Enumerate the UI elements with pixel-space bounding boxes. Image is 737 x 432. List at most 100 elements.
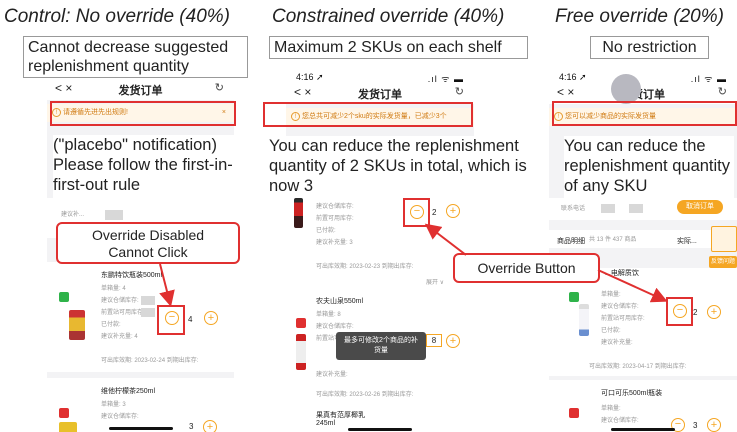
product-name: ...电解质饮 <box>605 270 639 277</box>
plus-icon[interactable]: + <box>203 420 217 432</box>
blurred-value <box>629 204 643 213</box>
product-name: 维他柠檬茶250ml <box>101 388 156 395</box>
plus-icon[interactable]: + <box>707 305 721 319</box>
quantity-value: 2 <box>693 308 698 317</box>
override-button-callout: Override Button <box>453 253 600 283</box>
product-line-5: 建议补充量: 4 <box>101 334 138 340</box>
detail-label: 商品明细 <box>557 238 585 245</box>
control-notice-translation: ("placebo" notification) Please follow t… <box>53 135 243 199</box>
touch-indicator <box>611 74 641 104</box>
contact-label: 联系电话 <box>561 206 586 212</box>
quantity-value: 3 <box>693 421 698 430</box>
constrained-heading: Constrained override (40%) <box>272 6 505 27</box>
override-disabled-callout: Override Disabled Cannot Click <box>56 222 240 264</box>
product-line-2: 建议仓储库存: <box>316 324 354 330</box>
control-minus-highlight <box>157 305 185 335</box>
quantity-value: 4 <box>188 315 193 324</box>
limit-tooltip: 最多可修改2个商品的补货量 <box>336 332 426 360</box>
product-line-1: 单箱量: 8 <box>316 312 341 318</box>
product-name: 可口可乐500ml瓶装 <box>601 390 663 397</box>
product-line-3: 已付款: <box>316 228 336 234</box>
constrained-card-expiry: 可出库效期: 2023-02-26 到期出库存: <box>286 388 474 402</box>
product-line-1: 建议仓储库存: <box>316 204 354 210</box>
free-card-product2: 可口可乐500ml瓶装 单箱量: 建议仓储库存: − 3 + <box>549 380 737 432</box>
product-line-1: 单箱量: <box>601 406 621 412</box>
blurred-value <box>141 308 155 317</box>
control-card-product2: 维他柠檬茶250ml 单箱量: 3 建议仓储库存: 3 + <box>47 378 234 432</box>
home-indicator <box>611 428 675 431</box>
control-caption: Cannot decrease suggested replenishment … <box>23 36 248 78</box>
product-line-2: 建议仓储库存: <box>101 298 139 304</box>
product-image <box>59 422 77 432</box>
home-indicator <box>109 427 173 430</box>
quantity-value: 3 <box>189 422 194 431</box>
refresh-icon[interactable]: ↻ <box>455 85 464 98</box>
product-name: 东鹏特饮瓶装500ml <box>101 272 163 279</box>
product-size: 245ml <box>316 420 336 427</box>
feedback-button[interactable]: 反馈问题 <box>709 256 737 268</box>
constrained-navbar: < × 发货订单 ↻ <box>286 82 474 104</box>
product-line-3: 前置站可用库存: <box>101 310 145 316</box>
partial-label: 建议补... <box>61 212 85 218</box>
control-heading: Control: No override (40%) <box>4 6 230 27</box>
product-expiry: 可出库效期: 2023-02-26 到期出库存: <box>316 392 414 398</box>
free-notice-highlight <box>552 101 737 126</box>
product-image <box>69 310 85 340</box>
product-image <box>296 334 306 370</box>
product-image <box>294 198 303 228</box>
red-badge <box>296 318 306 328</box>
free-minus-highlight <box>666 297 693 326</box>
product-expiry: 可出库效期: 2023-02-23 到期出库存: <box>316 264 414 270</box>
product-line-1: 单箱量: <box>601 292 621 298</box>
free-notice-translation: You can reduce the replenishment quantit… <box>564 136 734 198</box>
product-line-2: 建议仓储库存: <box>601 418 639 424</box>
product-line-3: 前置站可用库存: <box>601 316 645 322</box>
quantity-value: 2 <box>432 208 437 217</box>
plus-icon[interactable]: + <box>707 418 721 432</box>
plus-icon[interactable]: + <box>446 334 460 348</box>
cancel-order-button[interactable]: 取消订单 <box>677 200 723 214</box>
page-title: 发货订单 <box>118 85 163 97</box>
refresh-icon[interactable]: ↻ <box>215 81 224 94</box>
product-line-4: 已付款: <box>601 328 621 334</box>
refresh-icon[interactable]: ↻ <box>718 85 727 98</box>
product-expiry: 可出库效期: 2023-02-24 到期出库存: <box>101 358 199 364</box>
constrained-minus-highlight <box>403 198 430 227</box>
product-line-2: 建议仓储库存: <box>101 414 139 420</box>
product-line-1: 单箱量: 3 <box>101 402 126 408</box>
control-navbar: < × 发货订单 ↻ <box>47 78 234 100</box>
page-title: 发货订单 <box>621 89 665 101</box>
free-card-product1: ...电解质饮 单箱量: 建议仓储库存: 前置站可用库存: 已付款: 建议补充量… <box>549 268 737 376</box>
page-title: 发货订单 <box>358 89 402 101</box>
product-line-4: 已付款: <box>101 322 121 328</box>
product-line-2: 前置可用库存: <box>316 216 354 222</box>
blurred-value <box>105 210 123 220</box>
free-detail-bar: 商品明细 共 13 件 437 商品 实际... <box>549 230 737 248</box>
red-badge <box>569 408 579 418</box>
product-line-tail: 建议补充量: <box>316 372 348 378</box>
product-expiry: 可出库效期: 2023-04-17 到期出库存: <box>589 364 687 370</box>
plus-icon[interactable]: + <box>204 311 218 325</box>
red-badge <box>59 408 69 418</box>
constrained-notice-translation: You can reduce the replenishment quantit… <box>269 136 529 198</box>
constrained-notice-highlight <box>263 102 473 127</box>
plus-icon[interactable]: + <box>446 204 460 218</box>
product-image <box>579 304 589 336</box>
quantity-input[interactable]: 8 <box>426 334 442 347</box>
product-line-4: 建议补充量: 3 <box>316 240 353 246</box>
home-indicator <box>348 428 412 431</box>
expand-link[interactable]: 展开 ∨ <box>426 278 444 288</box>
feedback-image <box>711 226 737 252</box>
control-notice-highlight <box>50 101 236 126</box>
blurred-value <box>141 296 155 305</box>
free-heading: Free override (20%) <box>555 6 724 27</box>
product-line-5: 建议补充量: <box>601 340 633 346</box>
free-caption: No restriction <box>590 36 709 59</box>
green-badge <box>569 292 579 302</box>
product-line-2: 建议仓储库存: <box>601 304 639 310</box>
green-badge <box>59 292 69 302</box>
constrained-caption: Maximum 2 SKUs on each shelf <box>269 36 528 59</box>
constrained-card-product0: 建议仓储库存: 前置可用库存: 已付款: 建议补充量: 3 可出库效期: 202… <box>286 198 474 294</box>
product-name: 果真有范厚椰乳 <box>316 412 365 419</box>
actual-label: 实际... <box>677 238 697 245</box>
